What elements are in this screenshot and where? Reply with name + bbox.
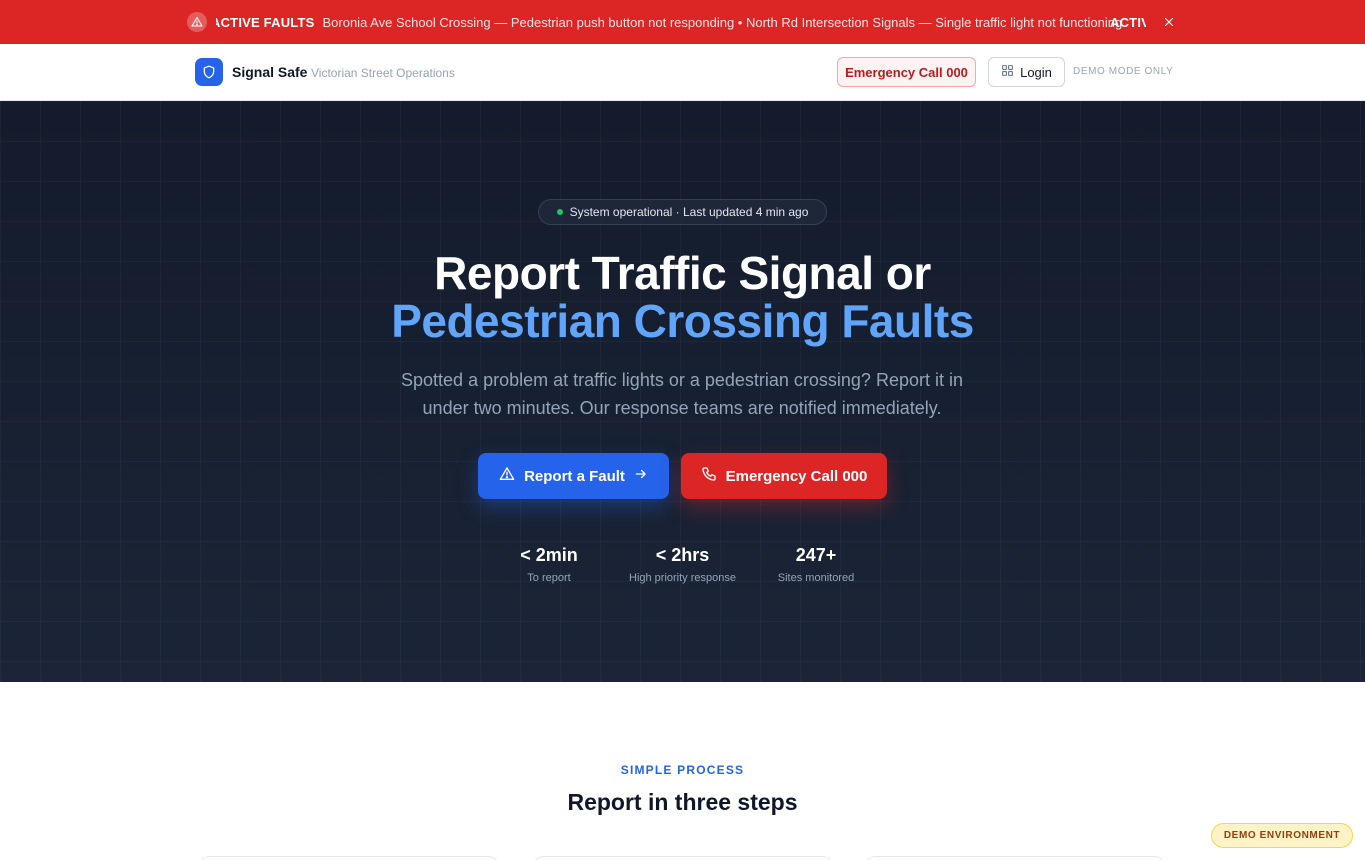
- hero-description: Spotted a problem at traffic lights or a…: [401, 370, 963, 418]
- stat-label: Sites monitored: [777, 572, 855, 584]
- stat-value: < 2min: [520, 545, 578, 565]
- login-button[interactable]: Login: [988, 57, 1065, 87]
- ticker-label-repeat: ACTIV: [1110, 15, 1146, 30]
- header-emergency-button[interactable]: Emergency Call 000: [837, 57, 976, 87]
- system-status-pill: System operational · Last updated 4 min …: [538, 199, 827, 225]
- hero-title-line1: Report Traffic Signal or: [434, 247, 931, 299]
- close-icon[interactable]: [1160, 13, 1178, 31]
- report-fault-button[interactable]: Report a Fault: [478, 453, 669, 499]
- stat-report-time: < 2min To report: [509, 544, 589, 585]
- hero-section: System operational · Last updated 4 min …: [0, 101, 1365, 682]
- process-eyebrow: SIMPLE PROCESS: [620, 763, 745, 777]
- site-header: Signal Safe Victorian Street Operations …: [0, 44, 1365, 101]
- emergency-call-button[interactable]: Emergency Call 000: [681, 453, 887, 499]
- arrow-right-icon: [634, 467, 648, 485]
- warning-triangle-icon: [187, 12, 207, 32]
- grid-icon: [1001, 64, 1014, 80]
- fault-ticker: ACTIVE FAULTS Boronia Ave School Crossing…: [216, 0, 1146, 44]
- warning-triangle-icon: [499, 466, 515, 486]
- step-card: [198, 856, 500, 860]
- step-card: [532, 856, 834, 860]
- active-faults-banner: ACTIVE FAULTS Boronia Ave School Crossing…: [0, 0, 1365, 44]
- report-fault-label: Report a Fault: [524, 467, 625, 485]
- brand-subtitle: Victorian Street Operations: [311, 66, 455, 80]
- status-dot-icon: [556, 209, 563, 215]
- brand-name[interactable]: Signal Safe: [232, 64, 307, 80]
- process-title: Report in three steps: [567, 789, 798, 815]
- demo-mode-note: DEMO MODE ONLY: [1073, 66, 1174, 77]
- phone-icon: [701, 466, 717, 486]
- shield-icon[interactable]: [195, 58, 223, 86]
- demo-environment-badge: DEMO ENVIRONMENT: [1211, 823, 1353, 848]
- stat-label: To report: [527, 572, 571, 584]
- stat-value: < 2hrs: [655, 545, 710, 565]
- stat-label: High priority response: [629, 572, 736, 584]
- emergency-call-label: Emergency Call 000: [725, 467, 868, 485]
- ticker-label: ACTIVE FAULTS: [216, 15, 315, 30]
- hero-title-line2: Pedestrian Crossing Faults: [391, 295, 974, 347]
- login-label: Login: [1020, 64, 1052, 80]
- status-text: System operational · Last updated 4 min …: [569, 205, 809, 219]
- ticker-text: Boronia Ave School Crossing — Pedestrian…: [322, 15, 1123, 30]
- stat-response-time: < 2hrs High priority response: [617, 544, 748, 585]
- step-card: [864, 856, 1166, 860]
- stat-value: 247+: [795, 545, 837, 565]
- hero-title: Report Traffic Signal or Pedestrian Cros…: [0, 249, 1365, 345]
- stat-sites-monitored: 247+ Sites monitored: [770, 544, 862, 585]
